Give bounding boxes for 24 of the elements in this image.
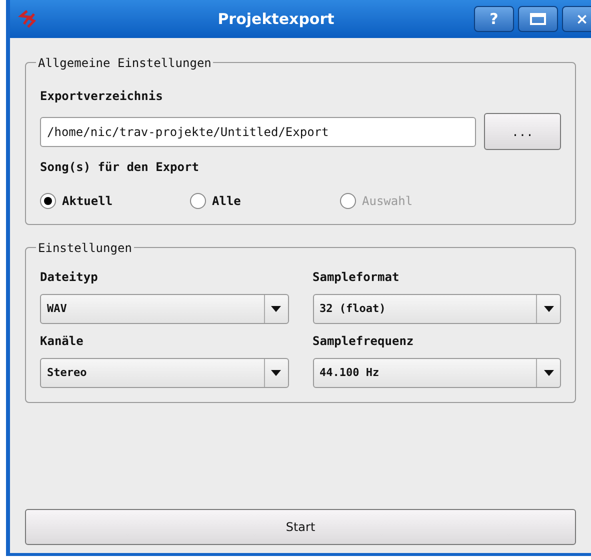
dropdown-arrow-icon (544, 370, 554, 376)
browse-button[interactable]: ... (484, 113, 561, 150)
field-label: Kanäle (40, 333, 84, 350)
app-logo-icon (18, 10, 38, 28)
dropdown-arrow-icon (271, 370, 281, 376)
field-label: Samplefrequenz (312, 333, 415, 350)
field-label: Song(s) für den Export (40, 159, 200, 176)
dropdown[interactable]: Stereo (40, 358, 288, 388)
directory-field[interactable]: /home/nic/trav-projekte/Untitled/Export (40, 116, 476, 146)
maximize-button[interactable] (518, 6, 558, 32)
start-button[interactable]: Start (25, 509, 576, 545)
close-button[interactable]: × (562, 6, 591, 32)
radio-button[interactable]: Aktuell (40, 192, 190, 210)
dropdown[interactable]: 32 (float) (312, 294, 561, 324)
window-title: Projektexport (216, 8, 336, 30)
field-label: Exportverzeichnis (40, 88, 164, 105)
dropdown[interactable]: WAV (40, 294, 288, 324)
maximize-icon (530, 13, 546, 25)
radio-button[interactable]: Alle (190, 192, 340, 210)
dropdown-arrow-icon (271, 306, 281, 312)
field-label: Dateityp (40, 269, 99, 286)
dropdown-arrow-icon (544, 306, 554, 312)
field-label: Sampleformat (312, 269, 400, 286)
dropdown[interactable]: 44.100 Hz (312, 358, 561, 388)
